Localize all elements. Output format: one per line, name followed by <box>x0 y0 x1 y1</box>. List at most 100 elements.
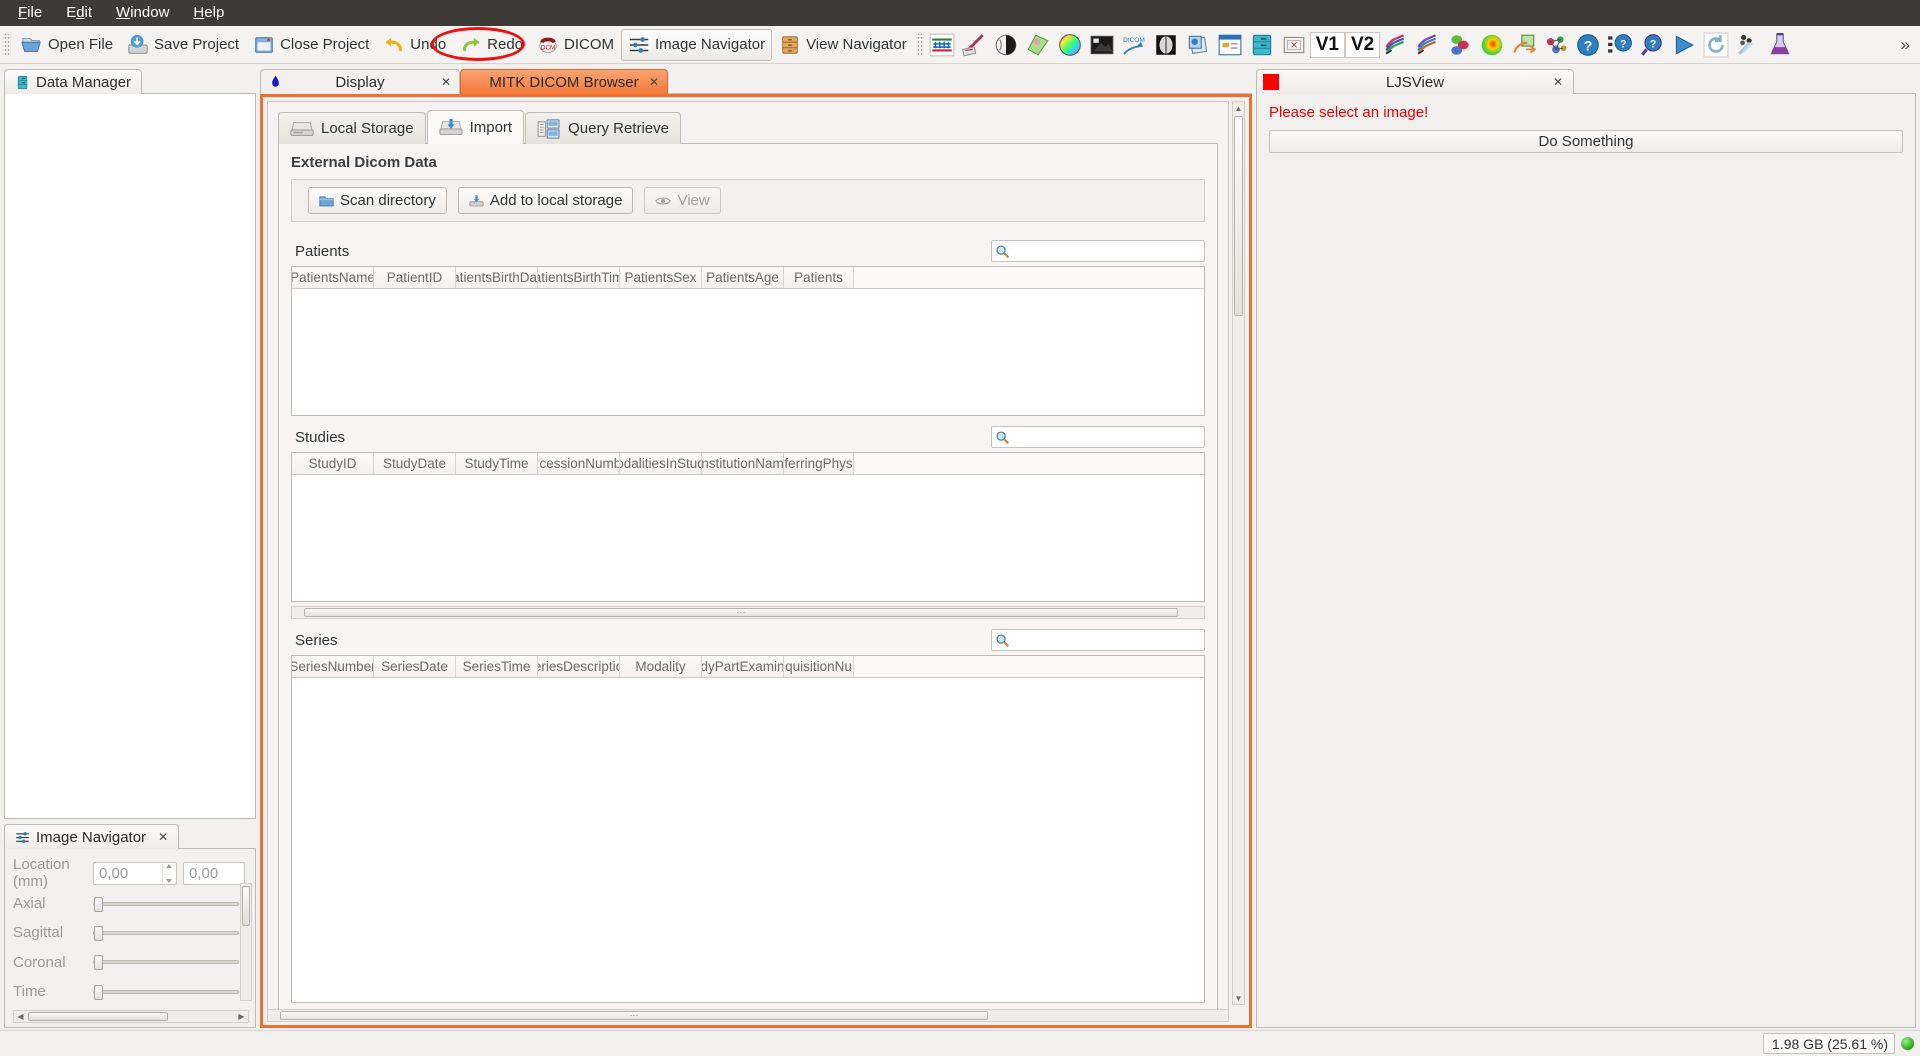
vscroll-down-arrow-icon[interactable]: ▼ <box>1233 992 1244 1004</box>
undo-button[interactable]: Undo <box>376 29 453 61</box>
col-series-description[interactable]: eriesDescriptio <box>538 656 620 677</box>
view-button[interactable]: View <box>644 187 721 214</box>
col-body-part-examined[interactable]: dyPartExamin <box>702 656 784 677</box>
studies-search-box[interactable] <box>991 426 1205 448</box>
studies-table[interactable]: StudyID StudyDate StudyTime :cessionNumb… <box>291 452 1205 602</box>
v1-button[interactable]: V1 <box>1309 31 1345 58</box>
data-manager-tree[interactable] <box>4 94 256 819</box>
fiberfox-2-button[interactable] <box>1412 29 1444 61</box>
col-study-date[interactable]: StudyDate <box>374 453 456 474</box>
col-patients-more[interactable]: Patients <box>784 267 854 288</box>
patients-table-rows[interactable] <box>292 289 1204 415</box>
molecule-button[interactable] <box>1732 29 1764 61</box>
col-patients-age[interactable]: PatientsAge <box>702 267 784 288</box>
tab-display[interactable]: Display ✕ <box>260 69 460 94</box>
studies-table-rows[interactable] <box>292 475 1204 601</box>
close-icon[interactable]: ✕ <box>1553 75 1563 89</box>
patients-search-input[interactable] <box>1010 242 1204 260</box>
location-spinbox-2[interactable]: 0,00 <box>183 861 245 885</box>
col-study-id[interactable]: StudyID <box>292 453 374 474</box>
col-patients-birth-time[interactable]: atientsBirthTim <box>538 267 620 288</box>
menu-item-file[interactable]: File <box>8 1 52 25</box>
remove-button[interactable]: ✕ <box>1278 29 1310 61</box>
dicom-hscrollbar-thumb[interactable]: ⋯ <box>280 1010 988 1020</box>
close-icon[interactable]: ✕ <box>158 830 168 844</box>
patients-search-box[interactable] <box>991 240 1205 262</box>
studies-hscrollbar-thumb[interactable]: ⋯ <box>304 607 1178 617</box>
image-navigator-hscrollbar[interactable]: ◀ ▶ <box>13 1010 249 1024</box>
dicom-vscrollbar[interactable]: ▲ ▼ <box>1232 101 1245 1005</box>
col-patients-sex[interactable]: PatientsSex <box>620 267 702 288</box>
heatmap-button[interactable] <box>1476 29 1508 61</box>
col-modalities-in-study[interactable]: odalitiesInStud <box>620 453 702 474</box>
tractography-button[interactable] <box>1444 29 1476 61</box>
col-series-time[interactable]: SeriesTime <box>456 656 538 677</box>
tab-import[interactable]: Import <box>426 110 525 144</box>
do-something-button[interactable]: Do Something <box>1269 130 1903 153</box>
surface-button[interactable] <box>1022 29 1054 61</box>
measurement-button[interactable] <box>958 29 990 61</box>
time-slider-handle[interactable] <box>94 984 103 1000</box>
col-study-time[interactable]: StudyTime <box>456 453 538 474</box>
screenshot-button[interactable] <box>1086 29 1118 61</box>
toolbar-overflow-button[interactable]: » <box>1893 35 1918 55</box>
close-icon[interactable]: ✕ <box>441 75 451 89</box>
help-list-button[interactable]: ? <box>1604 29 1636 61</box>
tab-local-storage[interactable]: Local Storage <box>278 112 426 144</box>
multilabel-button[interactable] <box>1182 29 1214 61</box>
series-search-box[interactable] <box>991 629 1205 651</box>
col-acquisition-number[interactable]: quisitionNu <box>784 656 854 677</box>
vscroll-up-arrow-icon[interactable]: ▲ <box>1233 102 1244 114</box>
segmentation-button[interactable] <box>990 29 1022 61</box>
toolbar-grip[interactable] <box>3 33 11 56</box>
flask-button[interactable] <box>1764 29 1796 61</box>
tab-query-retrieve[interactable]: Query Retrieve <box>525 112 681 144</box>
view-navigator-button[interactable]: View Navigator <box>772 29 914 61</box>
save-project-button[interactable]: Save Project <box>120 29 246 61</box>
menu-item-edit[interactable]: Edit <box>56 1 102 25</box>
col-patients-birth-date[interactable]: atientsBirthDat <box>456 267 538 288</box>
sagittal-slider[interactable] <box>93 925 239 941</box>
geometry-button[interactable] <box>1508 29 1540 61</box>
dicom-hscrollbar[interactable]: ⋯ <box>267 1009 1229 1022</box>
tab-image-navigator[interactable]: Image Navigator ✕ <box>4 824 180 849</box>
col-patients-name[interactable]: PatientsName <box>292 267 374 288</box>
reset-perspective-button[interactable] <box>1700 29 1732 61</box>
toolbar-separator[interactable] <box>915 33 924 56</box>
time-slider[interactable] <box>93 984 239 1000</box>
image-navigator-vscrollbar[interactable] <box>240 883 252 1001</box>
add-to-local-storage-button[interactable]: Add to local storage <box>457 187 634 214</box>
open-file-button[interactable]: Open File <box>14 29 120 61</box>
connectomics-button[interactable] <box>1540 29 1572 61</box>
tab-data-manager[interactable]: Data Manager <box>4 69 143 94</box>
hscroll-right-arrow-icon[interactable]: ▶ <box>235 1011 248 1022</box>
studies-search-input[interactable] <box>1010 428 1204 446</box>
col-accession-number[interactable]: :cessionNumb <box>538 453 620 474</box>
sagittal-slider-handle[interactable] <box>94 925 103 941</box>
close-icon[interactable]: ✕ <box>649 75 659 89</box>
properties-button[interactable] <box>1214 29 1246 61</box>
col-institution-name[interactable]: nstitutionNam <box>702 453 784 474</box>
spinner-arrows-icon[interactable] <box>162 863 174 883</box>
registration-button[interactable] <box>926 29 958 61</box>
v2-button[interactable]: V2 <box>1344 31 1381 58</box>
dicom-import-button[interactable]: DICOM <box>1118 29 1150 61</box>
col-patient-id[interactable]: PatientID <box>374 267 456 288</box>
help-button[interactable]: ? <box>1572 29 1604 61</box>
studies-hscrollbar[interactable]: ⋯ <box>291 606 1205 619</box>
axial-slider[interactable] <box>93 896 239 912</box>
patients-table[interactable]: PatientsName PatientID atientsBirthDat a… <box>291 266 1205 416</box>
image-cropper-button[interactable] <box>1150 29 1182 61</box>
hscrollbar-thumb[interactable] <box>28 1012 168 1022</box>
memory-indicator[interactable]: 1.98 GB (25.61 %) <box>1763 1033 1895 1054</box>
dicom-vscrollbar-thumb[interactable] <box>1234 116 1243 316</box>
location-spinbox-1[interactable]: 0,00 <box>93 861 177 885</box>
tab-mitk-dicom-browser[interactable]: MITK DICOM Browser ✕ <box>460 69 668 94</box>
series-search-input[interactable] <box>1010 631 1204 649</box>
image-navigator-button[interactable]: Image Navigator <box>621 28 773 61</box>
series-table-rows[interactable] <box>292 678 1204 1002</box>
col-series-date[interactable]: SeriesDate <box>374 656 456 677</box>
fiberfox-button[interactable] <box>1380 29 1412 61</box>
hscroll-left-arrow-icon[interactable]: ◀ <box>14 1011 27 1022</box>
col-modality[interactable]: Modality <box>620 656 702 677</box>
